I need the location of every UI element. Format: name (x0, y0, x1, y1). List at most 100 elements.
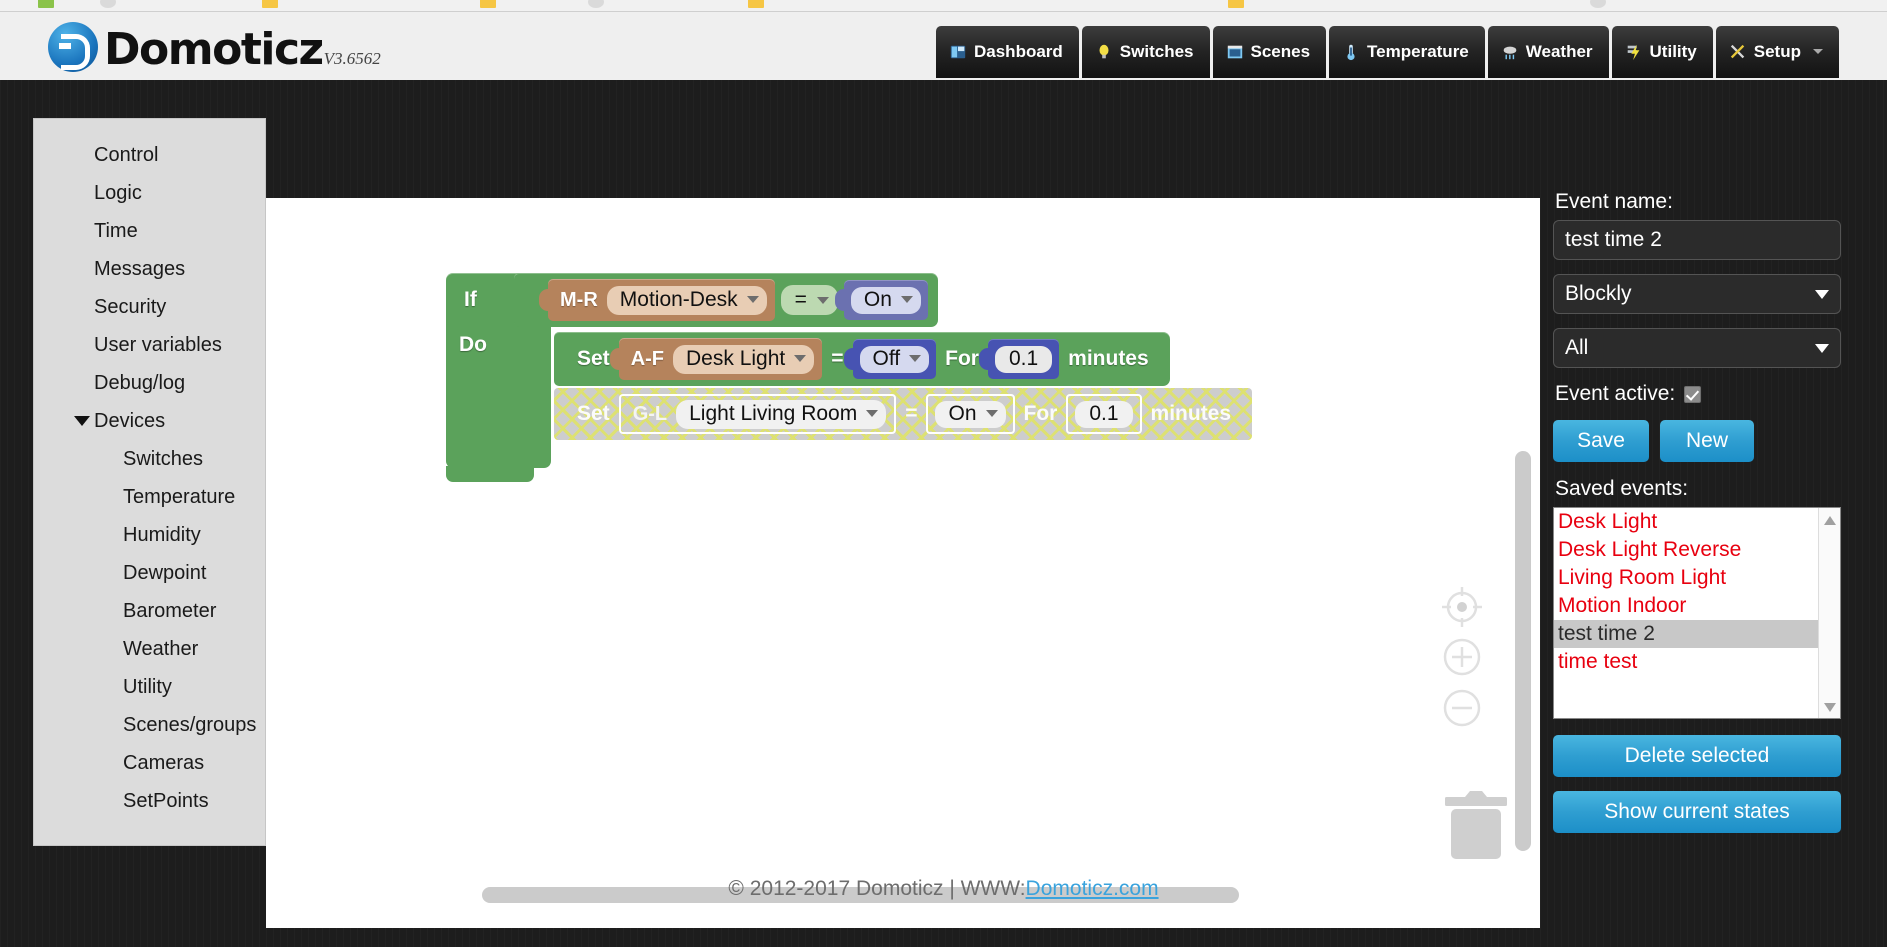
nav-temperature[interactable]: Temperature (1329, 26, 1485, 78)
device-dropdown[interactable]: Motion-Desk (606, 285, 767, 315)
trash-icon[interactable] (1437, 783, 1515, 863)
bookmark-icon[interactable] (100, 0, 116, 8)
event-name-input[interactable]: test time 2 (1553, 220, 1841, 260)
sidebar-item-label: Debug/log (94, 372, 186, 394)
sidebar-item-control[interactable]: Control (34, 136, 265, 174)
state-label: On (948, 401, 977, 425)
sidebar-item-humidity[interactable]: Humidity (34, 516, 265, 554)
editor-type-select[interactable]: Blockly (1553, 274, 1841, 314)
blockly-set-row-preview[interactable]: Set G-L Light Living Room = On For 0.1 m… (554, 388, 1252, 440)
scroll-up-icon[interactable] (1824, 516, 1836, 525)
nav-label: Setup (1753, 41, 1801, 61)
blockly-set-row[interactable]: Set A-F Desk Light = Off For 0.1 minutes (554, 332, 1170, 386)
duration-input[interactable]: 0.1 (994, 345, 1053, 373)
operator-label: = (905, 402, 918, 425)
sidebar-item-switches[interactable]: Switches (34, 440, 265, 478)
duration-block-preview[interactable]: 0.1 (1066, 394, 1142, 434)
sidebar-item-label: Barometer (123, 600, 217, 622)
sidebar-item-label: Temperature (123, 486, 236, 508)
dashboard-icon (950, 45, 966, 58)
sidebar-item-label: Cameras (123, 752, 205, 774)
state-block-off[interactable]: Off (843, 339, 937, 379)
sidebar-item-utility[interactable]: Utility (34, 668, 265, 706)
new-button[interactable]: New (1660, 420, 1754, 462)
sidebar-item-time[interactable]: Time (34, 212, 265, 250)
nav-weather[interactable]: Weather (1487, 26, 1609, 78)
list-item[interactable]: Motion Indoor (1554, 592, 1840, 620)
sidebar-item-weather[interactable]: Weather (34, 630, 265, 668)
bookmark-icon[interactable] (480, 0, 496, 8)
device-block-desk-light[interactable]: A-F Desk Light (609, 338, 823, 380)
state-dropdown[interactable]: Off (859, 345, 930, 373)
bookmark-icon[interactable] (588, 0, 604, 8)
device-block-motion-desk[interactable]: M-R Motion-Desk (539, 279, 775, 321)
duration-input[interactable]: 0.1 (1075, 400, 1133, 428)
device-block-light-living-room[interactable]: G-L Light Living Room (618, 394, 897, 434)
state-block-on-preview[interactable]: On (926, 394, 1015, 434)
lightning-icon (1627, 44, 1639, 60)
state-block-on[interactable]: On (834, 280, 928, 320)
list-item[interactable]: time test (1554, 648, 1840, 676)
unit-label: minutes (1150, 402, 1232, 425)
sidebar-item-devices[interactable]: Devices (34, 402, 265, 440)
scroll-down-icon[interactable] (1824, 703, 1836, 712)
duration-block[interactable]: 0.1 (978, 339, 1060, 379)
state-dropdown[interactable]: On (935, 400, 1006, 428)
bookmark-icon[interactable] (1228, 0, 1244, 8)
event-active-checkbox[interactable] (1684, 385, 1702, 403)
bookmark-icon[interactable] (262, 0, 278, 8)
saved-events-scrollbar[interactable] (1818, 508, 1840, 718)
nav-label: Weather (1525, 41, 1593, 61)
device-dropdown[interactable]: Light Living Room (676, 399, 887, 429)
delete-selected-button[interactable]: Delete selected (1553, 735, 1841, 777)
bookmark-icon[interactable] (748, 0, 764, 8)
center-target-icon[interactable] (1438, 583, 1486, 631)
blockly-workspace[interactable]: If Do M-R Motion-Desk = On Set A-F Desk … (266, 198, 1540, 928)
domoticz-website-link[interactable]: Domoticz.com (1026, 877, 1159, 901)
workspace-vertical-scrollbar[interactable] (1515, 451, 1531, 851)
logo[interactable]: Domoticz V3.6562 (48, 22, 381, 72)
sidebar-item-barometer[interactable]: Barometer (34, 592, 265, 630)
tools-icon (1730, 44, 1744, 58)
sidebar-item-debug-log[interactable]: Debug/log (34, 364, 265, 402)
sidebar-item-messages[interactable]: Messages (34, 250, 265, 288)
triangle-down-icon (74, 416, 90, 426)
for-label: For (1023, 402, 1058, 425)
list-item[interactable]: Desk Light Reverse (1554, 536, 1840, 564)
operator-dropdown[interactable]: = (780, 285, 838, 315)
sidebar-item-logic[interactable]: Logic (34, 174, 265, 212)
sidebar-item-dewpoint[interactable]: Dewpoint (34, 554, 265, 592)
sidebar-item-scenes-groups[interactable]: Scenes/groups (34, 706, 265, 744)
sidebar-item-setpoints[interactable]: SetPoints (34, 782, 265, 820)
set-label: Set (577, 402, 610, 425)
sidebar-item-temperature[interactable]: Temperature (34, 478, 265, 516)
state-dropdown[interactable]: On (850, 286, 921, 314)
bookmark-icon[interactable] (1590, 0, 1606, 8)
zoom-out-icon[interactable] (1438, 684, 1486, 732)
list-item[interactable]: Desk Light (1554, 508, 1840, 536)
nav-dashboard[interactable]: Dashboard (936, 26, 1079, 78)
device-dropdown[interactable]: Desk Light (673, 344, 815, 374)
sidebar-item-label: Weather (123, 638, 199, 660)
events-sidebar: Control Logic Time Messages Security Use… (33, 118, 266, 846)
bookmark-icon[interactable] (38, 0, 54, 8)
save-button[interactable]: Save (1553, 420, 1649, 462)
list-item[interactable]: Living Room Light (1554, 564, 1840, 592)
event-name-label: Event name: (1555, 190, 1673, 213)
sidebar-item-security[interactable]: Security (34, 288, 265, 326)
sidebar-item-label: Dewpoint (123, 562, 207, 584)
sidebar-item-cameras[interactable]: Cameras (34, 744, 265, 782)
zoom-in-icon[interactable] (1438, 633, 1486, 681)
nav-setup[interactable]: Setup (1715, 26, 1839, 78)
event-filter-select[interactable]: All (1553, 328, 1841, 368)
list-item-selected[interactable]: test time 2 (1554, 620, 1840, 648)
nav-utility[interactable]: Utility (1611, 26, 1713, 78)
nav-switches[interactable]: Switches (1081, 26, 1210, 78)
sidebar-item-user-variables[interactable]: User variables (34, 326, 265, 364)
show-current-states-button[interactable]: Show current states (1553, 791, 1841, 833)
state-label: Off (872, 346, 901, 370)
blockly-condition-row[interactable]: M-R Motion-Desk = On (514, 273, 938, 327)
nav-scenes[interactable]: Scenes (1212, 26, 1327, 78)
device-name: Light Living Room (689, 401, 858, 425)
saved-events-list[interactable]: Desk Light Desk Light Reverse Living Roo… (1553, 507, 1841, 719)
